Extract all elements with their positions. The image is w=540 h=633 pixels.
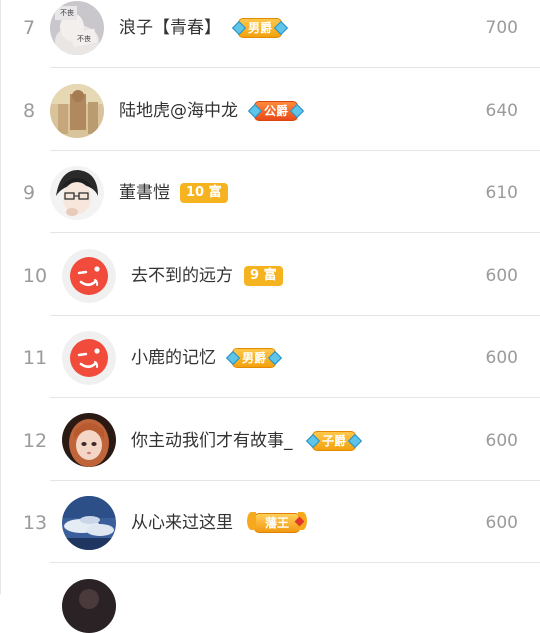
divider xyxy=(50,562,540,563)
user-name: 浪子【青春】 xyxy=(119,18,221,38)
rank-number: 10 xyxy=(22,265,48,287)
list-item[interactable]: 11 小鹿的记忆 男爵 600 xyxy=(0,330,540,412)
list-item[interactable]: 12 你主动我们才有故事_ 子爵 600 xyxy=(0,412,540,494)
avatar[interactable] xyxy=(62,496,116,550)
default-avatar-icon[interactable] xyxy=(62,249,116,303)
title-badge: 子爵 xyxy=(305,431,363,451)
rank-number: 12 xyxy=(22,430,48,452)
divider xyxy=(50,315,540,316)
user-name: 董書愷 xyxy=(119,183,170,203)
list-item[interactable] xyxy=(0,577,540,633)
avatar[interactable]: 不丧 不丧 xyxy=(50,1,104,55)
divider xyxy=(50,232,540,233)
score-value: 600 xyxy=(485,348,518,368)
list-item[interactable]: 8 陆地虎@海中龙 公爵 640 xyxy=(0,82,540,164)
avatar[interactable] xyxy=(50,84,104,138)
score-value: 600 xyxy=(485,431,518,451)
title-badge: 男爵 xyxy=(225,348,283,368)
score-value: 640 xyxy=(485,101,518,121)
user-name: 从心来过这里 xyxy=(131,513,233,533)
score-value: 610 xyxy=(485,183,518,203)
score-value: 700 xyxy=(485,18,518,38)
title-badge: 男爵 xyxy=(231,18,289,38)
avatar[interactable] xyxy=(62,579,116,633)
rank-number: 13 xyxy=(22,512,48,534)
rank-number: 8 xyxy=(22,100,36,122)
divider xyxy=(50,150,540,151)
rank-number: 11 xyxy=(22,347,48,369)
list-item[interactable]: 7 不丧 不丧 浪子【青春】 男爵 700 xyxy=(0,0,540,82)
divider xyxy=(50,67,540,68)
svg-text:不丧: 不丧 xyxy=(60,9,74,17)
avatar[interactable] xyxy=(50,166,104,220)
user-name: 小鹿的记忆 xyxy=(131,348,216,368)
divider xyxy=(50,397,540,398)
list-item[interactable]: 13 从心来过这里 藩王 600 xyxy=(0,495,540,577)
user-name: 去不到的远方 xyxy=(131,266,233,286)
user-name: 陆地虎@海中龙 xyxy=(119,101,238,121)
user-name: 你主动我们才有故事_ xyxy=(131,431,293,451)
title-badge: 公爵 xyxy=(247,101,305,121)
wealth-badge: 10 富 xyxy=(180,183,228,203)
title-badge: 藩王 xyxy=(247,512,308,533)
default-avatar-icon[interactable] xyxy=(62,331,116,385)
score-value: 600 xyxy=(485,266,518,286)
rank-number: 9 xyxy=(22,182,36,204)
avatar[interactable] xyxy=(62,413,116,467)
divider xyxy=(50,480,540,481)
list-item[interactable]: 9 董書愷 10 富 610 xyxy=(0,165,540,247)
rank-number: 7 xyxy=(22,17,36,39)
score-value: 600 xyxy=(485,513,518,533)
wealth-badge: 9 富 xyxy=(244,266,283,286)
svg-text:不丧: 不丧 xyxy=(77,35,91,43)
list-item[interactable]: 10 去不到的远方 9 富 600 xyxy=(0,247,540,329)
